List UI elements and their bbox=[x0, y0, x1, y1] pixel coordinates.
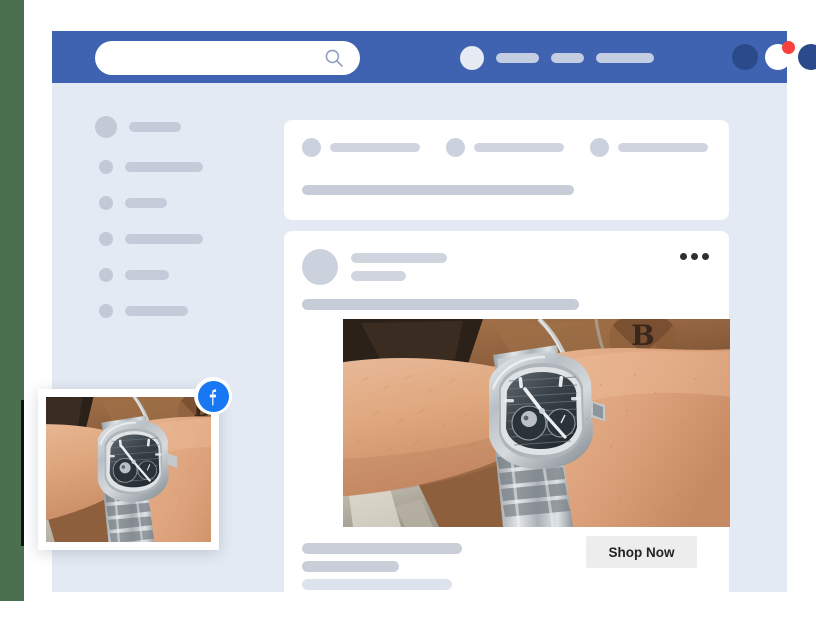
story-1[interactable] bbox=[302, 138, 420, 157]
footer-line-2 bbox=[302, 561, 399, 572]
sidebar-item-profile[interactable] bbox=[95, 116, 280, 138]
nav-avatar[interactable] bbox=[460, 46, 484, 70]
menu-dot-icon bbox=[680, 253, 687, 260]
search-input[interactable] bbox=[95, 41, 360, 75]
menu-dot-icon bbox=[691, 253, 698, 260]
nav-circle-notifications[interactable] bbox=[765, 41, 795, 70]
sidebar-item-label bbox=[125, 162, 203, 172]
stories-row bbox=[302, 138, 708, 157]
search-icon bbox=[324, 48, 344, 68]
story-label bbox=[618, 143, 708, 152]
post-author-meta bbox=[351, 253, 447, 281]
nav-circle-account[interactable] bbox=[798, 44, 816, 70]
topbar-nav-group bbox=[460, 46, 654, 70]
story-label bbox=[474, 143, 564, 152]
sidebar-bullet-icon bbox=[99, 232, 113, 246]
nav-circle-messages[interactable] bbox=[732, 44, 758, 70]
facebook-logo-inner bbox=[197, 380, 229, 412]
stories-card bbox=[284, 120, 729, 220]
post-timestamp bbox=[351, 271, 406, 281]
post-card: B Shop Now bbox=[284, 231, 730, 606]
sidebar-item-label bbox=[125, 306, 188, 316]
menu-dot-icon bbox=[702, 253, 709, 260]
sidebar-item-3[interactable] bbox=[95, 196, 280, 210]
post-menu-button[interactable] bbox=[680, 253, 709, 260]
sidebar bbox=[95, 116, 280, 340]
post-author-avatar[interactable] bbox=[302, 249, 338, 285]
sidebar-item-label bbox=[125, 234, 203, 244]
nav-pill-1[interactable] bbox=[496, 53, 539, 63]
story-3[interactable] bbox=[590, 138, 708, 157]
sidebar-item-label bbox=[125, 270, 169, 280]
story-2[interactable] bbox=[446, 138, 564, 157]
notification-dot-icon bbox=[782, 41, 795, 54]
sidebar-item-2[interactable] bbox=[95, 160, 280, 174]
sidebar-item-label bbox=[125, 198, 167, 208]
sidebar-item-5[interactable] bbox=[95, 268, 280, 282]
sidebar-item-4[interactable] bbox=[95, 232, 280, 246]
post-caption-placeholder bbox=[302, 299, 579, 310]
sidebar-item-6[interactable] bbox=[95, 304, 280, 318]
post-header bbox=[302, 249, 447, 285]
footer-line-3 bbox=[302, 579, 452, 590]
shop-now-button[interactable]: Shop Now bbox=[586, 536, 697, 568]
nav-pill-3[interactable] bbox=[596, 53, 654, 63]
sidebar-bullet-icon bbox=[99, 160, 113, 174]
thumbnail-shadow-edge bbox=[21, 400, 24, 546]
story-avatar-icon bbox=[446, 138, 465, 157]
nav-pill-2[interactable] bbox=[551, 53, 584, 63]
story-avatar-icon bbox=[302, 138, 321, 157]
floating-thumbnail-card[interactable]: B bbox=[38, 389, 219, 550]
app-topbar bbox=[52, 31, 816, 83]
facebook-logo-icon bbox=[194, 377, 232, 415]
story-label bbox=[330, 143, 420, 152]
stories-footer-placeholder bbox=[302, 185, 574, 195]
sidebar-bullet-icon bbox=[99, 196, 113, 210]
sidebar-avatar-icon bbox=[95, 116, 117, 138]
post-photo[interactable]: B bbox=[343, 319, 730, 527]
topbar-icon-group bbox=[732, 41, 816, 70]
sidebar-bullet-icon bbox=[99, 304, 113, 318]
svg-text:B: B bbox=[631, 319, 655, 352]
story-avatar-icon bbox=[590, 138, 609, 157]
footer-line-1 bbox=[302, 543, 462, 554]
thumbnail-photo[interactable]: B bbox=[46, 397, 211, 542]
post-author-name bbox=[351, 253, 447, 263]
sidebar-bullet-icon bbox=[99, 268, 113, 282]
sidebar-item-label bbox=[129, 122, 181, 132]
